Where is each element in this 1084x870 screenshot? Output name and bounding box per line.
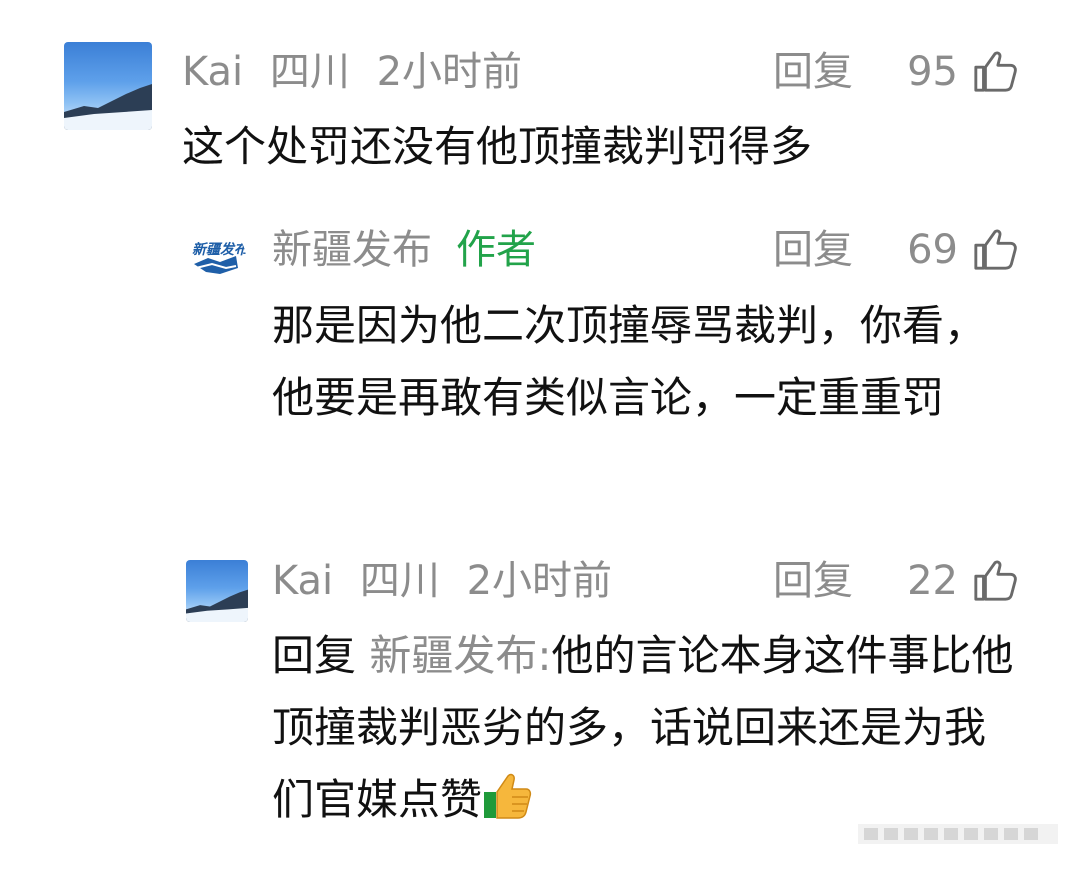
xinjiang-fabu-logo-icon: 新疆发布 xyxy=(192,241,246,274)
like-count: 95 xyxy=(907,49,958,95)
comment-thread: Kai 四川 2小时前 回复 95 这个处罚还没有他顶撞裁判罚得多 新疆发布 新… xyxy=(0,0,1084,870)
thumbs-up-icon[interactable] xyxy=(972,48,1018,94)
svg-text:新疆发布: 新疆发布 xyxy=(192,241,246,257)
author-badge: 作者 xyxy=(456,227,536,273)
reply-button[interactable]: 回复 xyxy=(773,553,853,609)
avatar[interactable] xyxy=(64,42,152,130)
watermark xyxy=(858,824,1058,844)
username[interactable]: Kai xyxy=(272,558,333,604)
username[interactable]: Kai xyxy=(182,49,243,95)
location: 四川 xyxy=(269,49,350,95)
mountain-avatar-icon xyxy=(64,84,152,130)
reply-prefix: 回复 xyxy=(272,631,357,680)
comment-meta: 新疆发布 作者 xyxy=(272,222,550,278)
comment-text: 那是因为他二次顶撞辱骂裁判，你看，他要是再敢有类似言论，一定重重罚 xyxy=(272,301,987,422)
reply-button[interactable]: 回复 xyxy=(773,222,853,278)
timestamp: 2小时前 xyxy=(466,558,613,604)
like-count: 22 xyxy=(907,558,958,604)
comment-meta: Kai 四川 2小时前 xyxy=(182,44,536,100)
thumbs-up-emoji-icon xyxy=(484,773,532,819)
thumbs-up-icon[interactable] xyxy=(972,226,1018,272)
username[interactable]: 新疆发布 xyxy=(272,227,432,273)
mountain-avatar-icon xyxy=(186,589,248,622)
location: 四川 xyxy=(359,558,440,604)
reply-button[interactable]: 回复 xyxy=(773,44,853,100)
comment-meta: Kai 四川 2小时前 xyxy=(272,553,626,609)
thumbs-up-icon[interactable] xyxy=(972,557,1018,603)
timestamp: 2小时前 xyxy=(376,49,523,95)
mention-link[interactable]: 新疆发布: xyxy=(369,631,551,680)
avatar[interactable] xyxy=(186,560,248,622)
avatar[interactable]: 新疆发布 xyxy=(186,228,246,288)
comment-text: 回复 新疆发布:他的言论本身这件事比他顶撞裁判恶劣的多，话说回来还是为我们官媒点… xyxy=(272,620,1017,836)
like-count: 69 xyxy=(907,227,958,273)
comment-text: 这个处罚还没有他顶撞裁判罚得多 xyxy=(182,122,813,171)
